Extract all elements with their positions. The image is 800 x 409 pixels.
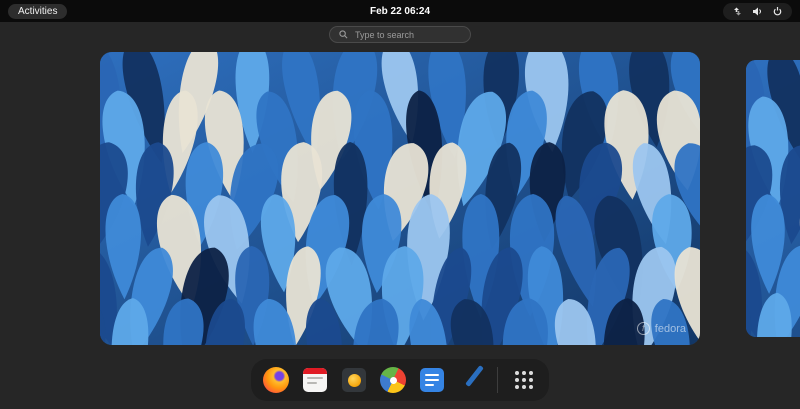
activities-button[interactable]: Activities: [8, 4, 67, 19]
top-bar: Activities Feb 22 06:24: [0, 0, 800, 22]
wallpaper-image: [746, 60, 800, 337]
wallpaper-image: [100, 52, 700, 345]
camera-icon[interactable]: [341, 367, 367, 393]
workspace-next[interactable]: [746, 60, 800, 337]
volume-icon: [752, 6, 763, 17]
system-tray[interactable]: [723, 3, 792, 20]
writer-icon[interactable]: [458, 367, 484, 393]
search-icon: [339, 26, 348, 44]
text-editor-icon[interactable]: [419, 367, 445, 393]
power-icon: [772, 6, 783, 17]
workspace-current[interactable]: f fedora: [100, 52, 700, 345]
search-bar[interactable]: [329, 26, 471, 43]
show-apps-button[interactable]: [511, 367, 537, 393]
dash-divider: [497, 367, 498, 393]
firefox-icon[interactable]: [263, 367, 289, 393]
search-input[interactable]: [353, 29, 461, 41]
calendar-icon[interactable]: [302, 367, 328, 393]
photos-icon[interactable]: [380, 367, 406, 393]
dash: [251, 359, 549, 401]
network-icon: [732, 6, 743, 17]
clock[interactable]: Feb 22 06:24: [370, 0, 430, 22]
